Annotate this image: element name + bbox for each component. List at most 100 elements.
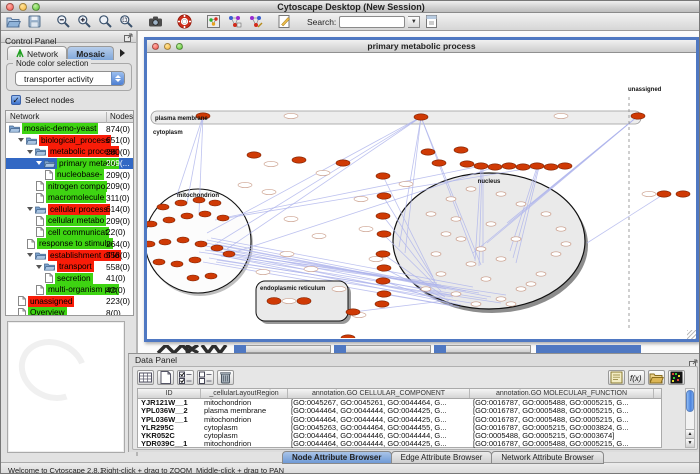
background-window-edge[interactable]	[536, 345, 641, 353]
graph-node[interactable]	[657, 191, 671, 197]
select-nodes-checkbox[interactable]: ✓	[11, 95, 21, 105]
graph-node[interactable]	[456, 237, 466, 241]
graph-node[interactable]	[217, 215, 229, 221]
graph-node[interactable]	[471, 302, 481, 306]
graph-node[interactable]	[209, 200, 221, 206]
column-header[interactable]: ID	[138, 389, 201, 398]
graph-node[interactable]	[377, 265, 391, 271]
table-row[interactable]: YLR295Ccytoplasm[GO:0045263, GO:0044464,…	[138, 424, 661, 432]
network-create-icon[interactable]	[226, 14, 243, 30]
float-panel-icon[interactable]	[124, 33, 133, 45]
graph-node[interactable]	[506, 302, 516, 306]
graph-node[interactable]	[187, 275, 199, 281]
new-attribute-icon[interactable]	[157, 370, 174, 385]
tree-row[interactable]: secretion41(0)	[6, 273, 133, 285]
table-row[interactable]: YJR121W__1mitochondrion[GO:0045267, GO:0…	[138, 399, 661, 407]
column-header[interactable]: _cellularLayoutRegion	[201, 389, 288, 398]
graph-node[interactable]	[516, 202, 526, 206]
column-header[interactable]: annotation.GO CELLULAR_COMPONENT	[288, 389, 470, 398]
graph-node[interactable]	[159, 239, 171, 245]
tree-row[interactable]: nitrogen compo209(0)	[6, 181, 133, 193]
table-row[interactable]: YKR052Ccytoplasm[GO:0044464, GO:0044446,…	[138, 432, 661, 440]
graph-node[interactable]	[486, 222, 496, 226]
graph-node[interactable]	[376, 213, 390, 219]
graph-node[interactable]	[431, 252, 441, 256]
graph-node[interactable]	[414, 114, 428, 120]
zoom-in-icon[interactable]	[76, 14, 93, 30]
graph-node[interactable]	[631, 113, 645, 119]
background-window-edge[interactable]	[234, 345, 331, 353]
graph-node[interactable]	[541, 212, 551, 216]
scrollbar-thumb[interactable]	[686, 390, 694, 412]
graph-node[interactable]	[147, 241, 155, 247]
graph-node[interactable]	[181, 213, 193, 219]
network-overview-panel[interactable]	[7, 321, 125, 453]
graph-node[interactable]	[561, 242, 571, 246]
tree-row[interactable]: cell communicat22(0)	[6, 227, 133, 239]
table-row[interactable]: YDR039C__1mitochondrion[GO:0044464, GO:0…	[138, 440, 661, 448]
graph-node[interactable]	[153, 259, 165, 265]
graph-node[interactable]	[476, 247, 486, 251]
tree-row[interactable]: primary metabo209(...	[6, 158, 133, 170]
network-edit-icon[interactable]	[247, 14, 264, 30]
graph-node[interactable]	[488, 164, 502, 170]
scroll-down-icon[interactable]: ▼	[686, 438, 694, 447]
zoom-fit-icon[interactable]	[97, 14, 114, 30]
resize-grip[interactable]	[687, 330, 696, 339]
graph-node[interactable]	[195, 241, 207, 247]
graph-node[interactable]	[157, 204, 169, 210]
graph-node[interactable]	[530, 163, 544, 169]
graph-node[interactable]	[481, 277, 491, 281]
graph-node[interactable]	[436, 272, 446, 276]
graph-node[interactable]	[346, 309, 360, 315]
unselect-all-icon[interactable]	[197, 370, 214, 385]
graph-node[interactable]	[536, 272, 546, 276]
network-view-frame[interactable]: primary metabolic process plasma membran…	[144, 37, 699, 342]
graph-node[interactable]	[544, 164, 558, 170]
attr-table-icon[interactable]	[137, 370, 154, 385]
graph-node[interactable]	[247, 152, 261, 158]
search-dropdown-icon[interactable]: ▼	[408, 16, 420, 28]
tree-row[interactable]: macromolecule311(0)	[6, 192, 133, 204]
tree-row[interactable]: multi-organism pro42(0)	[6, 284, 133, 296]
graph-node[interactable]	[496, 192, 506, 196]
network-canvas[interactable]: plasma membranecytoplasmmitochondrionnuc…	[147, 53, 696, 338]
zoom-out-icon[interactable]	[55, 14, 72, 30]
graph-node[interactable]	[432, 160, 446, 166]
network-frame-titlebar[interactable]: primary metabolic process	[147, 40, 696, 53]
graph-node[interactable]	[292, 157, 306, 163]
tab-network[interactable]: Network	[7, 46, 67, 60]
search-config-icon[interactable]	[423, 14, 440, 30]
background-window-edge[interactable]	[334, 345, 431, 353]
graph-node[interactable]	[474, 163, 488, 169]
tab-node-attribute-browser[interactable]: Node Attribute Browser	[282, 451, 392, 464]
zoom-selected-icon[interactable]	[118, 14, 135, 30]
save-icon[interactable]	[26, 14, 43, 30]
scroll-up-icon[interactable]: ▲	[686, 429, 694, 438]
expand-arrow-icon[interactable]	[36, 265, 42, 269]
formula-icon[interactable]: f(x)	[628, 370, 645, 385]
tree-row[interactable]: response to stimulu264(0)	[6, 238, 133, 250]
tree-row[interactable]: cellular metabo209(0)	[6, 215, 133, 227]
more-tabs-icon[interactable]	[120, 49, 125, 57]
select-all-icon[interactable]	[177, 370, 194, 385]
tree-row[interactable]: establishment of lo558(0)	[6, 250, 133, 262]
tree-row[interactable]: metabolic process280(0)	[6, 146, 133, 158]
graph-node[interactable]	[223, 251, 235, 257]
matrix-icon[interactable]	[668, 370, 685, 385]
graph-node[interactable]	[451, 217, 461, 221]
background-window-edge[interactable]	[434, 345, 531, 353]
expand-arrow-icon[interactable]	[27, 150, 33, 154]
graph-node[interactable]	[556, 227, 566, 231]
graph-node[interactable]	[526, 282, 536, 286]
graph-node[interactable]	[147, 221, 157, 227]
graph-node[interactable]	[496, 297, 506, 301]
graph-node[interactable]	[676, 191, 690, 197]
graph-node[interactable]	[171, 261, 183, 267]
tree-row[interactable]: nucleobase-209(0)	[6, 169, 133, 181]
tab-edge-attribute-browser[interactable]: Edge Attribute Browser	[391, 451, 493, 464]
tab-mosaic[interactable]: Mosaic	[67, 46, 114, 60]
graph-node[interactable]	[199, 211, 211, 217]
graph-node[interactable]	[377, 291, 391, 297]
graph-node[interactable]	[502, 163, 516, 169]
